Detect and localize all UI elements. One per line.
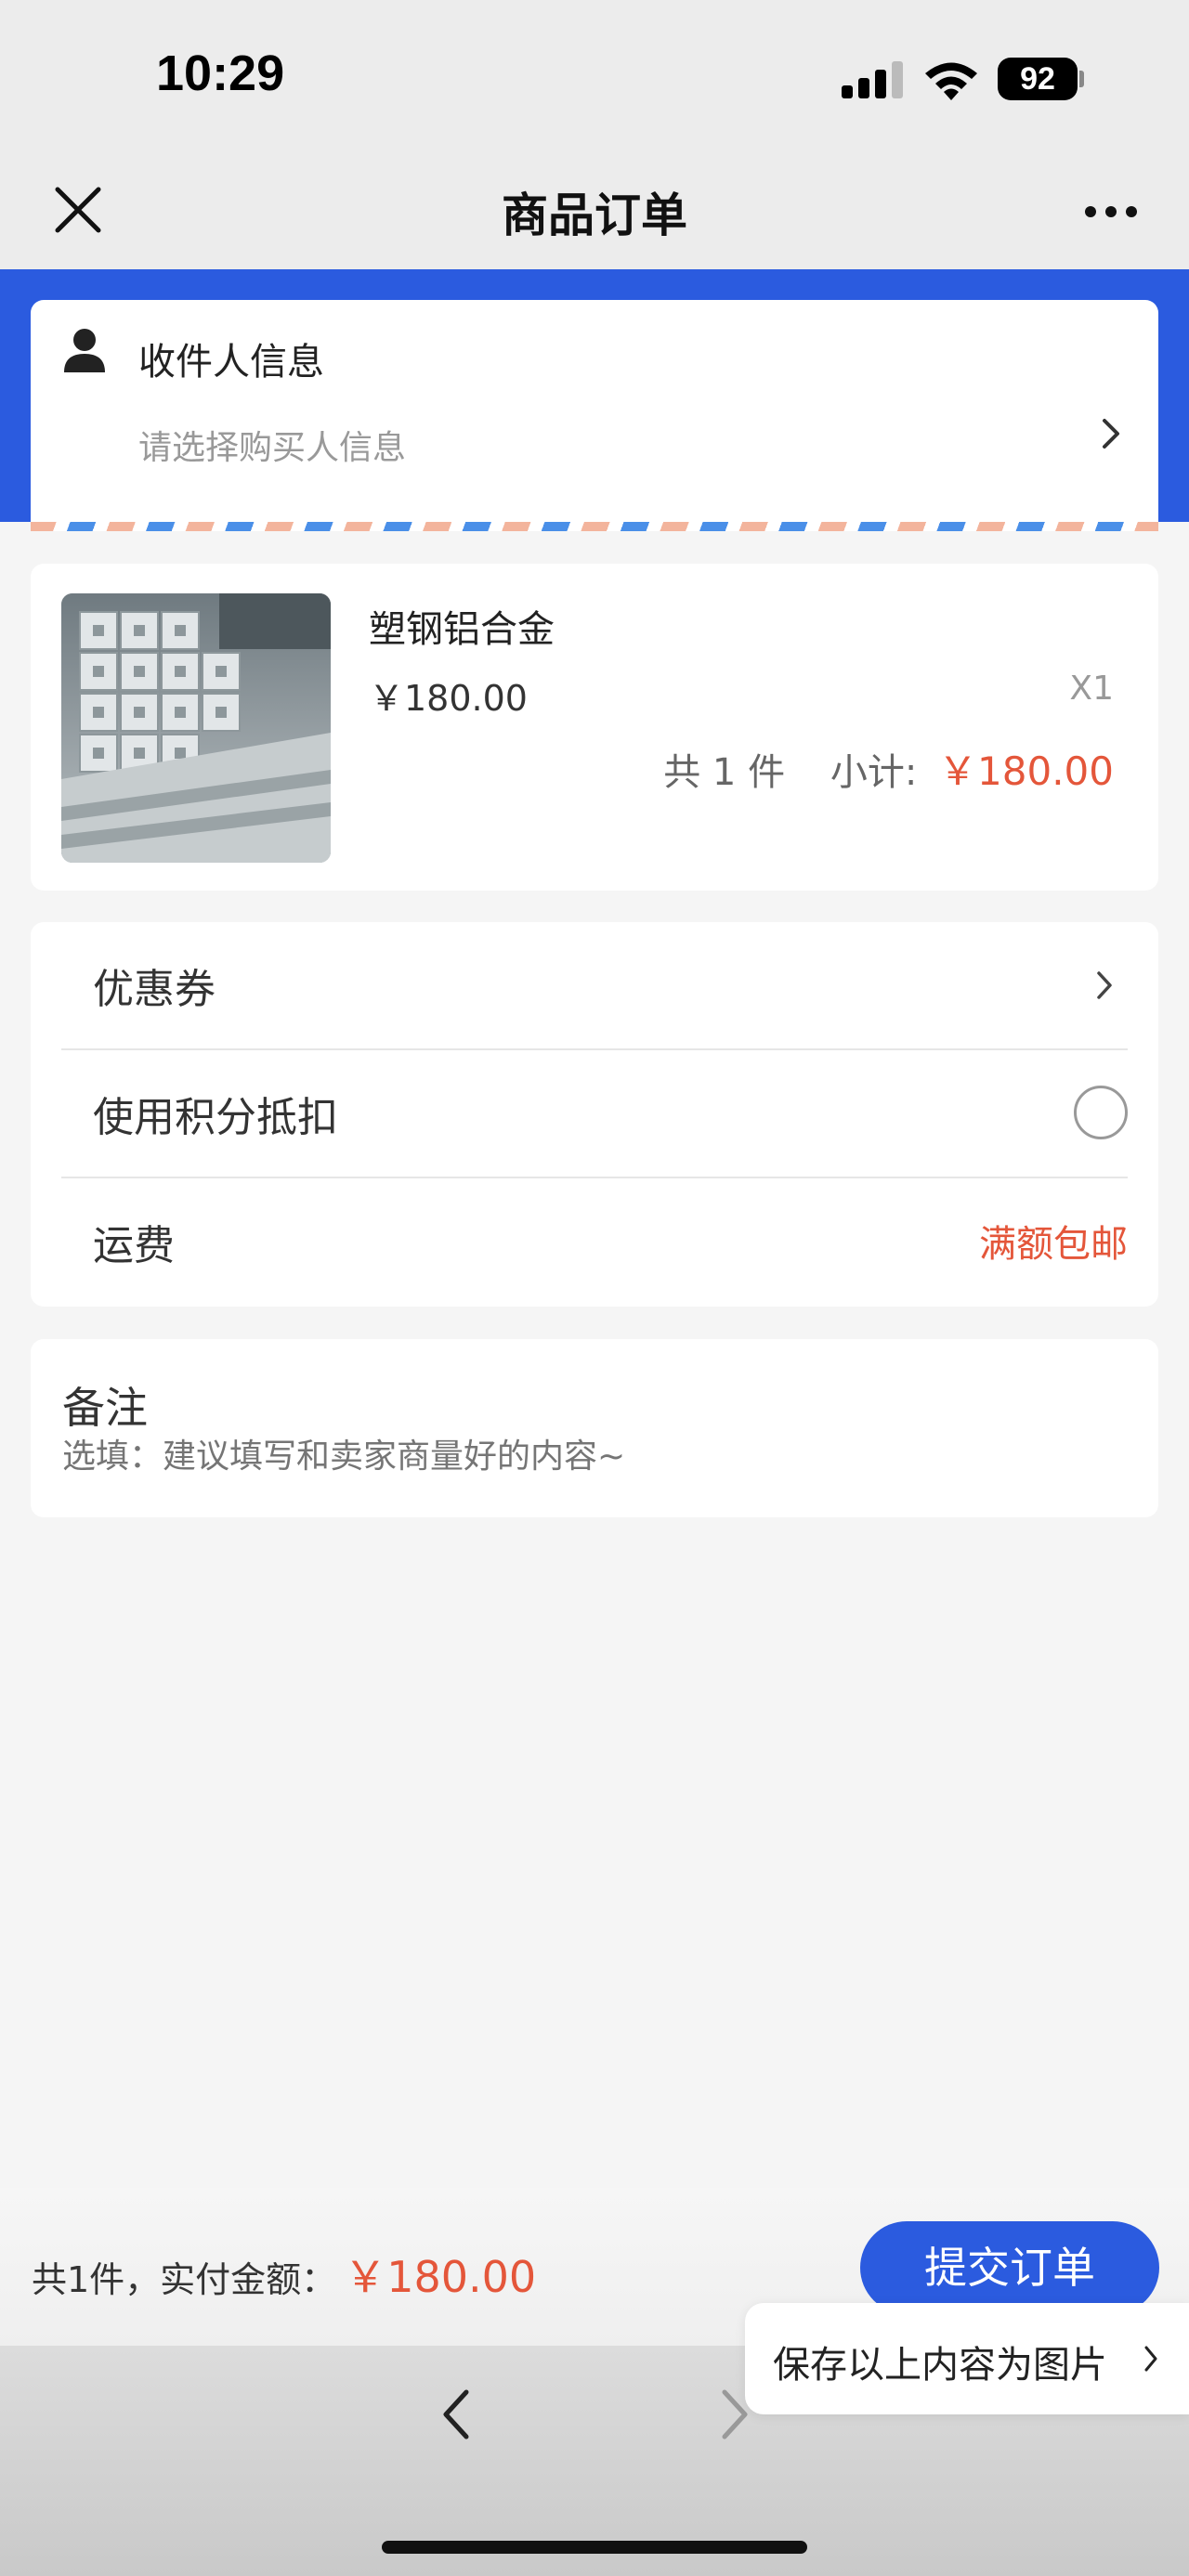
save-as-image-popup[interactable]: 保存以上内容为图片 bbox=[745, 2303, 1189, 2414]
product-card: 塑钢铝合金 ￥180.00 X1 共 1 件 小计: ￥180.00 bbox=[31, 564, 1158, 891]
airmail-border bbox=[31, 522, 1158, 531]
checkout-summary: 共1件，实付金额： ￥180.00 bbox=[32, 2244, 536, 2305]
coupon-row[interactable]: 优惠券 bbox=[61, 922, 1128, 1050]
page-title: 商品订单 bbox=[502, 189, 687, 242]
shipping-value: 满额包邮 bbox=[979, 1223, 1128, 1266]
recipient-card[interactable]: 收件人信息 请选择购买人信息 bbox=[31, 300, 1158, 531]
back-arrow-icon[interactable] bbox=[438, 2387, 472, 2442]
cellular-signal-icon bbox=[842, 61, 903, 98]
shipping-label: 运费 bbox=[93, 1222, 175, 1269]
points-label: 使用积分抵扣 bbox=[93, 1094, 338, 1141]
coupon-label: 优惠券 bbox=[93, 966, 216, 1013]
product-name: 塑钢铝合金 bbox=[369, 608, 555, 651]
save-as-image-label: 保存以上内容为图片 bbox=[773, 2344, 1107, 2387]
submit-order-button[interactable]: 提交订单 bbox=[860, 2221, 1159, 2314]
order-page: 10:29 92 商品订单 收件人信息 请选择购买人信息 塑钢铝合金 ￥180.… bbox=[0, 0, 1189, 2576]
shipping-row: 运费 满额包邮 bbox=[61, 1178, 1128, 1307]
chevron-right-icon bbox=[1144, 2346, 1157, 2372]
status-time: 10:29 bbox=[156, 46, 285, 101]
chevron-right-icon bbox=[1097, 971, 1112, 999]
nav-bar: 商品订单 bbox=[0, 158, 1189, 269]
summary-label: 共1件，实付金额： bbox=[32, 2259, 337, 2300]
battery-indicator: 92 bbox=[998, 58, 1078, 100]
item-count: 共 1 件 bbox=[663, 751, 786, 794]
product-price: ￥180.00 bbox=[369, 678, 528, 719]
recipient-title: 收件人信息 bbox=[138, 341, 324, 384]
product-quantity: X1 bbox=[1069, 670, 1114, 708]
wifi-icon bbox=[925, 62, 977, 100]
product-subtotal: 共 1 件 小计: ￥180.00 bbox=[663, 740, 1114, 797]
chevron-right-icon bbox=[1103, 419, 1119, 449]
status-bar: 10:29 92 bbox=[0, 0, 1189, 158]
recipient-subtitle: 请选择购买人信息 bbox=[138, 429, 407, 467]
total-amount: ￥180.00 bbox=[344, 2252, 537, 2302]
subtotal-label: 小计: bbox=[830, 751, 918, 794]
more-icon[interactable] bbox=[1083, 201, 1139, 223]
points-row: 使用积分抵扣 bbox=[61, 1050, 1128, 1178]
subtotal-amount: ￥180.00 bbox=[938, 748, 1114, 794]
product-image[interactable] bbox=[61, 593, 331, 863]
remark-card: 备注 bbox=[31, 1339, 1158, 1517]
battery-nub bbox=[1079, 71, 1084, 87]
person-icon bbox=[64, 329, 105, 372]
home-indicator bbox=[382, 2541, 807, 2554]
remark-title: 备注 bbox=[62, 1383, 148, 1433]
remark-input[interactable] bbox=[62, 1438, 1121, 1476]
options-card: 优惠券 使用积分抵扣 运费 满额包邮 bbox=[31, 922, 1158, 1307]
points-radio[interactable] bbox=[1074, 1086, 1128, 1139]
